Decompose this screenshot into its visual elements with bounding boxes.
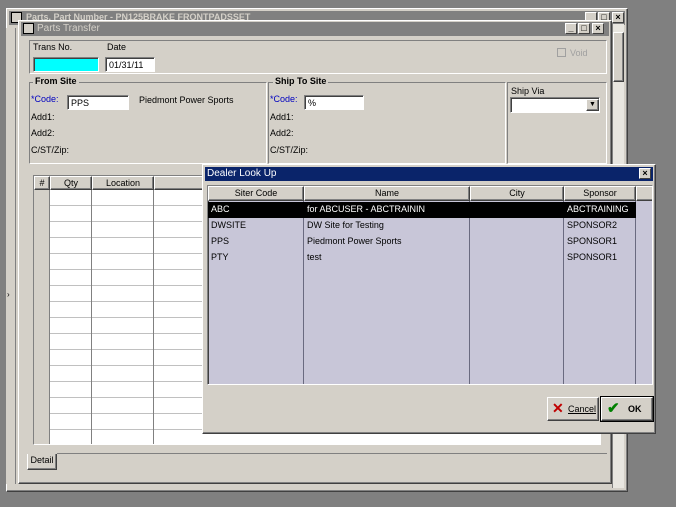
col-sponsor[interactable]: Sponsor <box>564 186 636 201</box>
grid-header-qty[interactable]: Qty <box>50 176 92 190</box>
scroll-thumb[interactable] <box>613 32 624 82</box>
ship-via-dropdown-button[interactable]: ▼ <box>586 99 599 111</box>
grid-header-location[interactable]: Location <box>92 176 154 190</box>
dealer-lookup-titlebar[interactable]: Dealer Look Up × <box>205 167 653 181</box>
pt-close-button[interactable]: × <box>592 23 604 34</box>
table-cell-code: DWSITE <box>211 220 246 230</box>
from-site-title: From Site <box>33 76 79 86</box>
date-label: Date <box>107 42 127 52</box>
col-city[interactable]: City <box>470 186 564 201</box>
lookup-rows: ABC for ABCUSER - ABCTRAININ ABCTRAINING DW… <box>208 202 652 384</box>
grid-col-divider-2 <box>153 190 154 444</box>
table-cell-sponsor: SPONSOR1 <box>567 252 618 262</box>
to-code-label: *Code: <box>270 94 298 104</box>
void-label: Void <box>570 48 588 58</box>
close-button[interactable]: × <box>612 12 624 23</box>
from-cstzip-label: C/ST/Zip: <box>31 145 70 155</box>
checkmark-icon: ✔ <box>607 400 620 417</box>
to-cstzip-label: C/ST/Zip: <box>270 145 309 155</box>
table-cell-name: DW Site for Testing <box>307 220 384 230</box>
table-row[interactable]: PTY test SPONSOR1 <box>208 250 652 266</box>
table-cell-code: PTY <box>211 252 229 262</box>
table-cell-city <box>470 234 563 250</box>
ok-label: OK <box>628 404 642 414</box>
cancel-label: Cancel <box>568 404 597 414</box>
ok-button[interactable]: ✔ OK <box>600 396 654 422</box>
table-cell-sponsor: ABCTRAINING <box>567 204 629 214</box>
to-add2-label: Add2: <box>270 128 294 138</box>
col-siter-code[interactable]: Siter Code <box>208 186 304 201</box>
tab-strip-line <box>57 453 607 454</box>
chevron-down-icon: ▼ <box>589 101 596 108</box>
lookup-grid-header: Siter Code Name City Sponsor <box>208 186 652 201</box>
table-cell-city <box>470 202 563 218</box>
pt-minimize-button[interactable]: _ <box>565 23 577 34</box>
table-cell-city <box>470 218 563 234</box>
from-add2-label: Add2: <box>31 128 55 138</box>
table-cell-name: test <box>307 252 322 262</box>
cancel-button[interactable]: ✕ Cancel <box>547 397 599 421</box>
table-cell-city <box>470 250 563 266</box>
form-icon <box>23 23 34 34</box>
table-row[interactable]: ABC for ABCUSER - ABCTRAININ ABCTRAINING <box>208 202 636 218</box>
to-add1-label: Add1: <box>270 112 294 122</box>
ship-to-title: Ship To Site <box>273 76 329 86</box>
splitter-arrow-icon[interactable]: › <box>7 290 10 299</box>
table-cell-sponsor: SPONSOR1 <box>567 236 618 246</box>
table-cell-name: Piedmont Power Sports <box>307 236 402 246</box>
dealer-lookup-dialog: Dealer Look Up × Siter Code Name City Sp… <box>202 164 656 434</box>
from-site-name: Piedmont Power Sports <box>139 95 234 105</box>
table-row[interactable]: PPS Piedmont Power Sports SPONSOR1 <box>208 234 652 250</box>
table-cell-sponsor: SPONSOR2 <box>567 220 618 230</box>
tab-detail-label: Detail <box>30 455 54 465</box>
cancel-x-icon: ✕ <box>552 400 564 416</box>
grid-header-num[interactable]: # <box>34 176 50 190</box>
tab-detail[interactable]: Detail <box>27 454 57 470</box>
col-name[interactable]: Name <box>304 186 470 201</box>
trans-no-field[interactable] <box>33 57 99 72</box>
dealer-lookup-title: Dealer Look Up <box>207 168 277 179</box>
void-checkbox[interactable] <box>557 48 566 57</box>
from-code-label: *Code: <box>31 94 59 104</box>
parts-transfer-title: Parts Transfer <box>37 23 100 34</box>
lookup-grid[interactable]: Siter Code Name City Sponsor ABC for ABCU… <box>207 185 653 385</box>
col-filler <box>636 186 652 201</box>
from-add1-label: Add1: <box>31 112 55 122</box>
parts-transfer-titlebar[interactable]: Parts Transfer _ □ × <box>21 22 609 36</box>
to-code-field[interactable]: % <box>304 95 364 110</box>
side-splitter[interactable]: › <box>6 28 16 484</box>
table-cell-code: PPS <box>211 236 230 246</box>
ship-via-label: Ship Via <box>511 86 545 96</box>
date-field[interactable]: 01/31/11 <box>105 57 155 72</box>
trans-no-label: Trans No. <box>33 42 73 52</box>
dealer-lookup-close-button[interactable]: × <box>639 168 651 179</box>
pt-maximize-button[interactable]: □ <box>578 23 590 34</box>
grid-col-divider-1 <box>91 190 92 444</box>
table-row[interactable]: DWSITE DW Site for Testing SPONSOR2 <box>208 218 652 234</box>
table-cell-name: for ABCUSER - ABCTRAININ <box>307 204 426 214</box>
from-code-field[interactable]: PPS <box>67 95 129 110</box>
grid-row-selector-column <box>34 190 50 444</box>
table-cell-code: ABC <box>211 204 230 214</box>
